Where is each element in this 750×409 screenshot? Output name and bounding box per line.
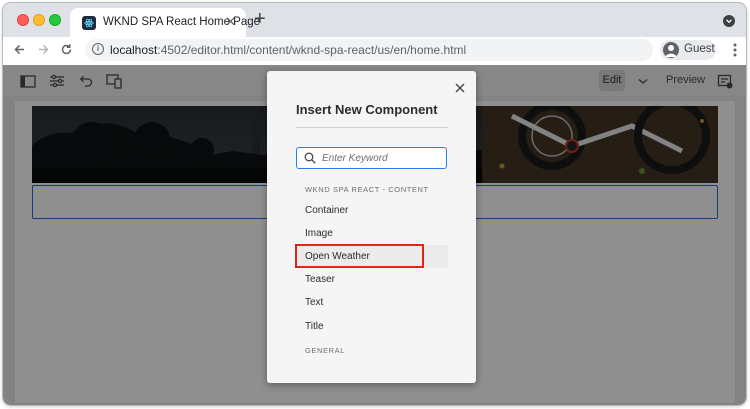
divider: [296, 127, 448, 128]
window-close-button[interactable]: [17, 14, 29, 26]
url-path: :4502/editor.html/content/wknd-spa-react…: [157, 43, 467, 57]
component-item-teaser[interactable]: Teaser: [296, 268, 448, 291]
url-text[interactable]: localhost:4502/editor.html/content/wknd-…: [110, 43, 466, 57]
component-item-container[interactable]: Container: [296, 199, 448, 222]
profile-label: Guest: [684, 43, 715, 55]
wknd-favicon: [82, 16, 96, 30]
component-item-open-weather[interactable]: Open Weather: [296, 245, 448, 268]
tab-strip: WKND SPA React Home Page ✕ +: [3, 3, 746, 37]
search-field[interactable]: [296, 147, 447, 169]
window-zoom-button[interactable]: [49, 14, 61, 26]
reload-icon[interactable]: [60, 41, 73, 61]
browser-tab[interactable]: WKND SPA React Home Page ✕: [70, 8, 260, 37]
search-icon: [304, 152, 316, 164]
url-host: localhost: [110, 43, 158, 57]
tab-title: WKND SPA React Home Page: [103, 16, 261, 28]
back-arrow-icon[interactable]: [13, 41, 26, 61]
new-tab-button[interactable]: +: [254, 8, 266, 30]
component-item-title[interactable]: Title: [296, 315, 448, 338]
close-icon[interactable]: ✕: [225, 15, 236, 29]
tab-search-button[interactable]: [723, 15, 735, 27]
search-input[interactable]: [322, 149, 440, 167]
navigation-bar: i localhost:4502/editor.html/content/wkn…: [3, 37, 746, 65]
window-minimize-button[interactable]: [33, 14, 45, 26]
chevron-down-icon: [726, 19, 732, 24]
info-icon[interactable]: i: [92, 43, 104, 55]
component-item-text[interactable]: Text: [296, 291, 448, 314]
insert-component-dialog: Insert New Component WKND SPA REACT - CO…: [267, 71, 476, 383]
component-item-image[interactable]: Image: [296, 222, 448, 245]
avatar-icon: [663, 42, 679, 58]
close-icon[interactable]: [453, 81, 467, 95]
kebab-menu-icon[interactable]: [733, 41, 737, 61]
group-header-wknd-content: WKND SPA REACT - CONTENT: [305, 185, 429, 194]
group-header-general: GENERAL: [305, 346, 346, 355]
dialog-title: Insert New Component: [296, 102, 438, 117]
profile-button[interactable]: Guest: [660, 40, 716, 60]
address-bar[interactable]: i localhost:4502/editor.html/content/wkn…: [85, 39, 653, 61]
forward-arrow-icon[interactable]: [37, 41, 50, 61]
